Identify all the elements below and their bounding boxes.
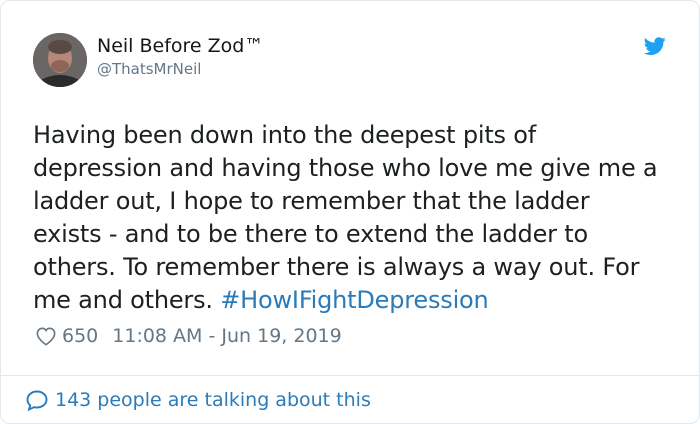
tweet-line-text: me and others. [33, 286, 213, 314]
timestamp[interactable]: 11:08 AM - Jun 19, 2019 [112, 325, 341, 347]
tweet-card: Neil Before Zod™ @ThatsMrNeil Having bee… [0, 0, 700, 424]
author-handle[interactable]: @ThatsMrNeil [97, 59, 201, 79]
speech-bubble-icon [26, 390, 48, 411]
tweet-text: Having been down into the deepest pits o… [33, 119, 683, 317]
tweet-line-last: me and others. #HowIFightDepression [33, 284, 683, 317]
avatar[interactable] [33, 33, 87, 87]
heart-icon[interactable] [35, 326, 57, 346]
talking-text[interactable]: 143 people are talking about this [55, 389, 371, 411]
like-count[interactable]: 650 [62, 325, 98, 347]
tweet-meta: 650 11:08 AM - Jun 19, 2019 [35, 323, 342, 349]
tweet-line: depression and having those who love me … [33, 154, 658, 182]
conversation-link[interactable]: 143 people are talking about this [25, 387, 371, 413]
tweet-line: ladder out, I hope to remember that the … [33, 187, 590, 215]
tweet-line: Having been down into the deepest pits o… [33, 121, 536, 149]
hashtag-link[interactable]: #HowIFightDepression [220, 286, 488, 314]
tweet-line: exists - and to be there to extend the l… [33, 220, 588, 248]
tweet-line: others. To remember there is always a wa… [33, 253, 640, 281]
author-display-name[interactable]: Neil Before Zod™ [97, 34, 263, 58]
twitter-bird-icon[interactable] [642, 35, 668, 57]
divider [1, 375, 699, 376]
